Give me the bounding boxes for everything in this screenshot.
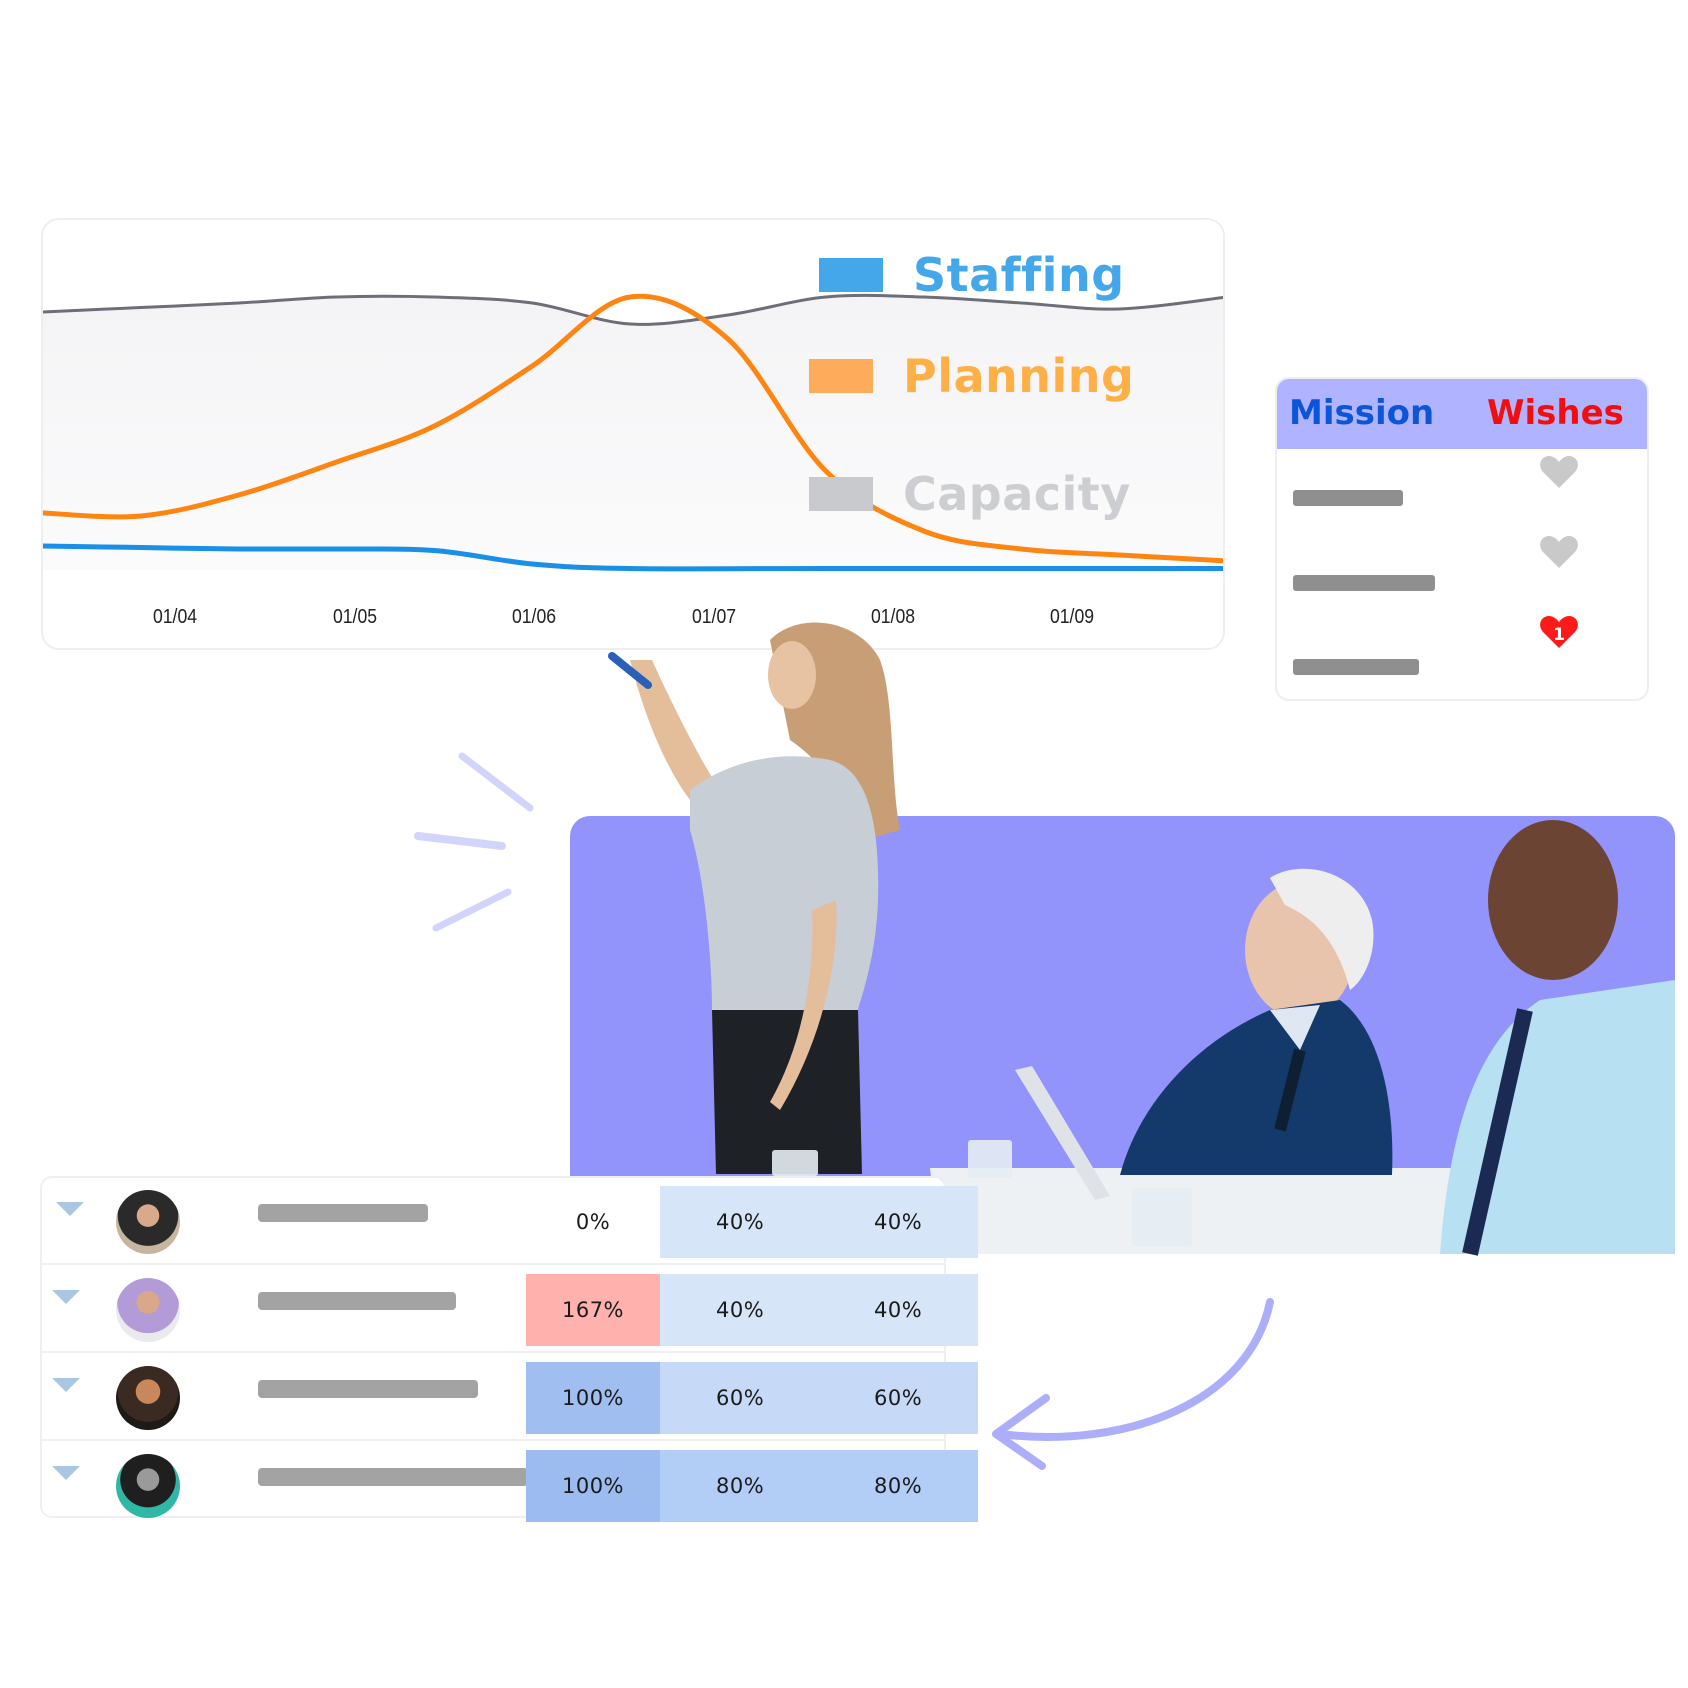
legend-item-planning: Planning <box>809 349 1134 403</box>
x-tick-label: 01/09 <box>1049 606 1095 628</box>
wish-count-badge: 1 <box>1553 625 1565 645</box>
legend-label-capacity: Capacity <box>903 467 1131 521</box>
allocation-cell[interactable]: 40% 40% <box>660 1186 978 1258</box>
allocation-value: 0% <box>575 1210 611 1234</box>
allocation-value: 40% <box>716 1210 765 1234</box>
allocation-value: 40% <box>874 1210 923 1234</box>
legend-swatch-capacity <box>809 477 873 511</box>
allocation-value: 80% <box>716 1474 765 1498</box>
expand-caret-icon[interactable] <box>52 1466 80 1480</box>
allocation-value: 100% <box>561 1386 625 1410</box>
allocation-value: 167% <box>561 1298 625 1322</box>
expand-caret-icon[interactable] <box>52 1378 80 1392</box>
name-placeholder <box>258 1292 456 1310</box>
table-row[interactable]: 100% 60% 60% <box>42 1354 978 1441</box>
legend-label-staffing: Staffing <box>913 248 1125 302</box>
row-divider <box>42 1263 946 1265</box>
allocation-cell[interactable]: 100% <box>526 1450 660 1522</box>
mission-column-header: Mission <box>1289 393 1435 433</box>
allocation-cell[interactable]: 100% <box>526 1362 660 1434</box>
legend-label-planning: Planning <box>903 349 1135 403</box>
table-row[interactable]: 100% 80% 80% <box>42 1442 978 1528</box>
heart-icon[interactable] <box>1539 454 1579 490</box>
avatar <box>116 1190 180 1254</box>
allocation-value: 60% <box>874 1386 923 1410</box>
name-placeholder <box>258 1204 428 1222</box>
mission-name-placeholder <box>1293 575 1435 591</box>
allocation-value: 80% <box>874 1474 923 1498</box>
allocation-cell[interactable]: 40% 40% <box>660 1274 978 1346</box>
x-tick-label: 01/07 <box>691 606 737 628</box>
expand-caret-icon[interactable] <box>52 1290 80 1304</box>
allocation-cell[interactable]: 80% 80% <box>660 1450 978 1522</box>
name-placeholder <box>258 1468 528 1486</box>
x-tick-label: 01/06 <box>511 606 557 628</box>
heart-icon[interactable] <box>1539 534 1579 570</box>
legend-item-staffing: Staffing <box>814 248 1125 302</box>
allocation-value: 60% <box>716 1386 765 1410</box>
legend-swatch-planning <box>809 359 873 393</box>
mission-card-header: Mission Wishes <box>1277 379 1647 449</box>
x-tick-label: 01/05 <box>332 606 378 628</box>
allocation-cell[interactable]: 60% 60% <box>660 1362 978 1434</box>
capacity-area <box>43 295 1223 570</box>
emphasis-strokes-icon <box>414 752 534 932</box>
allocation-value: 40% <box>716 1298 765 1322</box>
avatar <box>116 1454 180 1518</box>
table-row[interactable]: 167% 40% 40% <box>42 1266 978 1353</box>
name-placeholder <box>258 1380 478 1398</box>
mission-name-placeholder <box>1293 490 1403 506</box>
resource-allocation-table: 0% 40% 40% 167% 40% 40% 100% 60% 60% 100… <box>40 1176 978 1522</box>
wishes-column-header: Wishes <box>1487 393 1624 433</box>
heart-filled-icon[interactable]: 1 <box>1539 614 1579 650</box>
x-tick-label: 01/08 <box>870 606 916 628</box>
allocation-cell[interactable]: 167% <box>526 1274 660 1346</box>
row-divider <box>42 1351 946 1353</box>
avatar <box>116 1366 180 1430</box>
staffing-chart-card: Staffing Planning Capacity 01/04 01/05 0… <box>41 218 1225 650</box>
allocation-cell[interactable]: 0% <box>526 1186 660 1258</box>
allocation-value: 40% <box>874 1298 923 1322</box>
mission-name-placeholder <box>1293 659 1419 675</box>
allocation-value: 100% <box>561 1474 625 1498</box>
legend-swatch-staffing <box>819 258 883 292</box>
expand-caret-icon[interactable] <box>56 1202 84 1216</box>
table-row[interactable]: 0% 40% 40% <box>42 1178 978 1265</box>
mission-wishes-card: Mission Wishes 1 <box>1275 377 1649 701</box>
avatar <box>116 1278 180 1342</box>
x-tick-label: 01/04 <box>152 606 198 628</box>
row-divider <box>42 1439 946 1441</box>
legend-item-capacity: Capacity <box>809 467 1131 521</box>
